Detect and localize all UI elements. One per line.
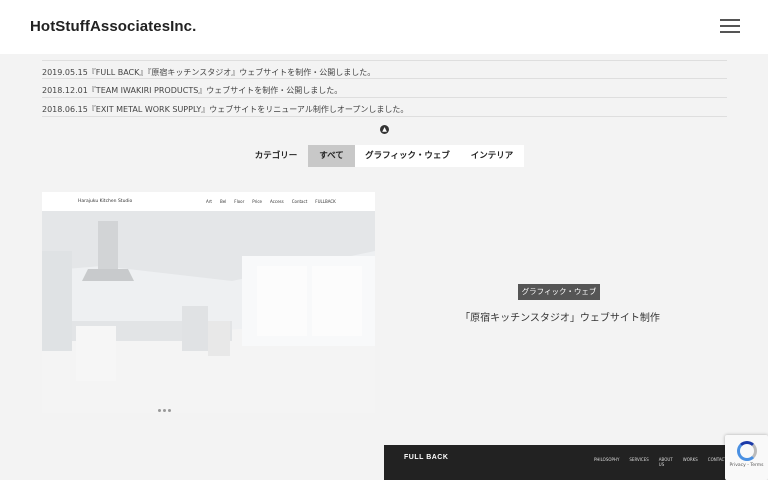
thumbnail-brand: Harajuku Kitchen Studio [78, 199, 133, 204]
thumbnail-link: Floor [234, 199, 245, 204]
news-item[interactable]: 2018.12.01『TEAM IWAKIRI PRODUCTS』ウェブサイトを… [42, 79, 727, 98]
news-item[interactable]: 2019.05.15『FULL BACK』『原宿キッチンスタジオ』ウェブサイトを… [42, 60, 727, 79]
thumbnail-link: Price [252, 199, 262, 204]
carousel-dots[interactable] [158, 409, 171, 412]
news-list: 2019.05.15『FULL BACK』『原宿キッチンスタジオ』ウェブサイトを… [42, 60, 727, 117]
post-thumbnail-2[interactable]: FULL BACK PHILOSOPHY SERVICES ABOUT US W… [384, 445, 726, 480]
thumbnail-link-2: PHILOSOPHY [594, 457, 620, 462]
thumbnail-link: Access [270, 199, 284, 204]
recaptcha-icon [736, 441, 757, 461]
chevron-up-circle-icon[interactable]: ▲ [380, 125, 389, 134]
thumbnail-link-2: WORKS [682, 457, 698, 462]
recaptcha-text[interactable]: Privacy - Terms [725, 463, 768, 468]
thumbnail-link: Bel [219, 199, 227, 204]
post-category-tag[interactable]: グラフィック・ウェブ [518, 284, 600, 300]
recaptcha-badge[interactable]: Privacy - Terms [725, 435, 768, 480]
site-logo[interactable]: HotStuffAssociatesInc. [30, 18, 196, 35]
thumbnail-link-2: ABOUT US [658, 457, 673, 467]
thumbnail-brand-2: FULL BACK [404, 454, 449, 461]
kitchen-photo [42, 211, 375, 413]
hamburger-menu-icon[interactable] [720, 19, 740, 35]
category-graphic-web-button[interactable]: グラフィック・ウェブ [355, 145, 460, 167]
site-header: HotStuffAssociatesInc. [0, 0, 768, 54]
thumbnail-link: Art [206, 199, 212, 204]
thumbnail-link: Contact [291, 199, 308, 204]
news-item[interactable]: 2018.06.15『EXIT METAL WORK SUPPLY』ウェブサイト… [42, 98, 727, 117]
thumbnail-link-2: SERVICES [629, 457, 649, 462]
category-all-button[interactable]: すべて [308, 145, 355, 167]
post-thumbnail[interactable]: Harajuku Kitchen Studio Art Bel Floor Pr… [42, 192, 375, 413]
category-filter: カテゴリー すべて グラフィック・ウェブ インテリア [244, 145, 524, 167]
post-title[interactable]: 「原宿キッチンスタジオ」ウェブサイト制作 [440, 309, 680, 324]
category-label: カテゴリー [254, 151, 298, 161]
category-interior-button[interactable]: インテリア [460, 145, 524, 167]
thumbnail-site-nav: Harajuku Kitchen Studio Art Bel Floor Pr… [42, 192, 375, 211]
thumbnail-link: FULLBACK [315, 199, 336, 204]
thumbnail-link-2: CONTACT [707, 457, 726, 462]
